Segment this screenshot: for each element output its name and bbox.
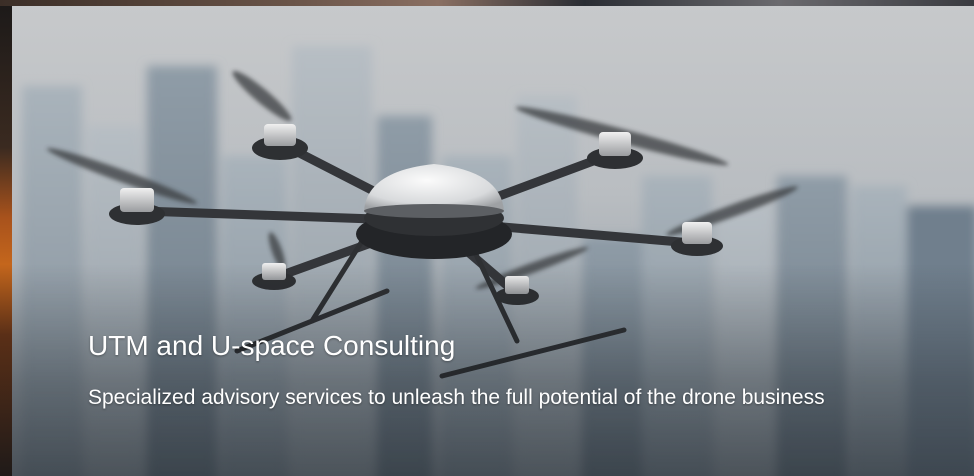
slide-caption: UTM and U-space Consulting Specialized a… xyxy=(88,328,908,413)
slider-viewport: UTM and U-space Consulting Specialized a… xyxy=(0,0,974,476)
hero-slide[interactable]: UTM and U-space Consulting Specialized a… xyxy=(12,6,974,476)
slide-title: UTM and U-space Consulting xyxy=(88,330,456,361)
slide-subtitle: Specialized advisory services to unleash… xyxy=(88,386,825,409)
previous-slide-peek-left xyxy=(0,6,12,476)
